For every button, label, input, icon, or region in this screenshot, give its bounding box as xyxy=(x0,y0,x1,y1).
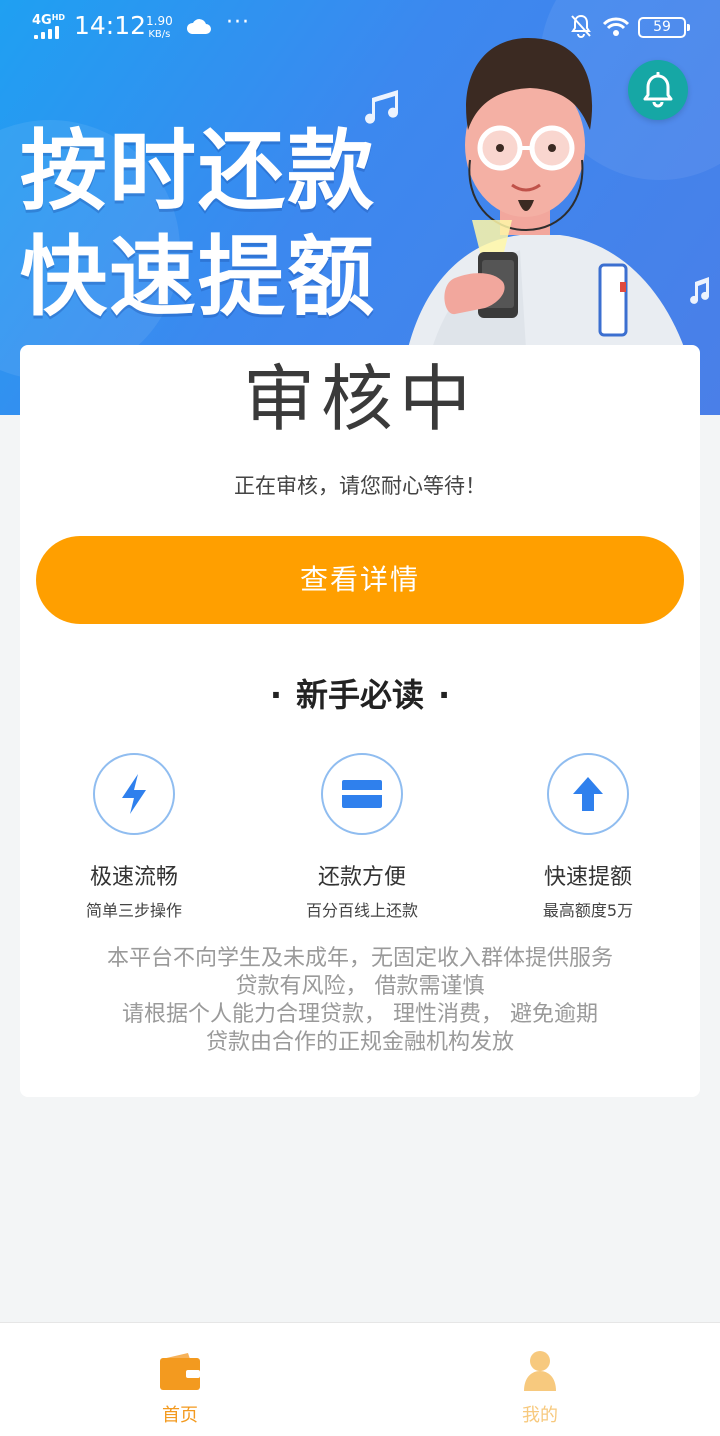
signal-icon xyxy=(34,26,66,39)
feature-item-repayment[interactable]: 还款方便 百分百线上还款 xyxy=(262,753,462,921)
arrow-up-icon xyxy=(573,777,603,811)
weather-cloud-icon xyxy=(186,19,211,34)
feature-title: 极速流畅 xyxy=(89,865,178,890)
banner-title-line2: 快速提额 xyxy=(20,226,376,328)
notice-line: 本平台不向学生及未成年，无固定收入群体提供服务 xyxy=(106,946,613,971)
card-icon xyxy=(342,780,382,808)
nav-label-mine: 我的 xyxy=(522,1405,558,1426)
network-type: 4GHD xyxy=(32,13,66,28)
feature-icon-circle xyxy=(93,753,175,835)
bell-icon xyxy=(643,72,673,108)
feature-title: 还款方便 xyxy=(317,865,406,890)
status-title: 审核中 xyxy=(242,357,477,441)
lightning-icon xyxy=(122,774,146,814)
notice-line: 贷款有风险， 借款需谨慎 xyxy=(235,974,485,999)
banner-title-line1: 按时还款 xyxy=(20,120,376,222)
feature-icon-circle xyxy=(321,753,403,835)
risk-notice: 本平台不向学生及未成年，无固定收入群体提供服务 贷款有风险， 借款需谨慎 请根据… xyxy=(20,945,700,1057)
guide-section-title: · 新手必读 · xyxy=(269,676,451,714)
clock: 14:12 xyxy=(74,11,147,40)
status-card: 审核中 正在审核，请您耐心等待！ 查看详情 · 新手必读 · 极速流畅 简单三步操作… xyxy=(20,345,700,1097)
more-notifications-icon: ··· xyxy=(226,10,250,35)
feature-subtitle: 简单三步操作 xyxy=(85,901,182,920)
feature-icon-circle xyxy=(547,753,629,835)
wallet-icon xyxy=(160,1353,200,1390)
status-description: 正在审核，请您耐心等待！ xyxy=(234,474,486,498)
notification-bell-button[interactable] xyxy=(628,60,688,120)
feature-item-speed[interactable]: 极速流畅 简单三步操作 xyxy=(34,753,234,921)
user-icon xyxy=(524,1351,556,1391)
nav-label-home: 首页 xyxy=(162,1405,198,1426)
feature-item-limit[interactable]: 快速提额 最高额度5万 xyxy=(488,753,688,921)
nav-item-home[interactable]: 首页 xyxy=(100,1323,260,1436)
view-details-button[interactable]: 查看详情 xyxy=(36,536,684,624)
feature-title: 快速提额 xyxy=(543,865,632,890)
notice-line: 请根据个人能力合理贷款， 理性消费， 避免逾期 xyxy=(122,1002,598,1027)
network-speed: 1.90 KB/s xyxy=(146,14,173,41)
feature-subtitle: 最高额度5万 xyxy=(542,901,634,920)
feature-subtitle: 百分百线上还款 xyxy=(305,901,418,920)
nav-item-mine[interactable]: 我的 xyxy=(460,1323,620,1436)
bottom-navigation: 首页 我的 xyxy=(0,1322,720,1436)
notice-line: 贷款由合作的正规金融机构发放 xyxy=(205,1030,514,1055)
